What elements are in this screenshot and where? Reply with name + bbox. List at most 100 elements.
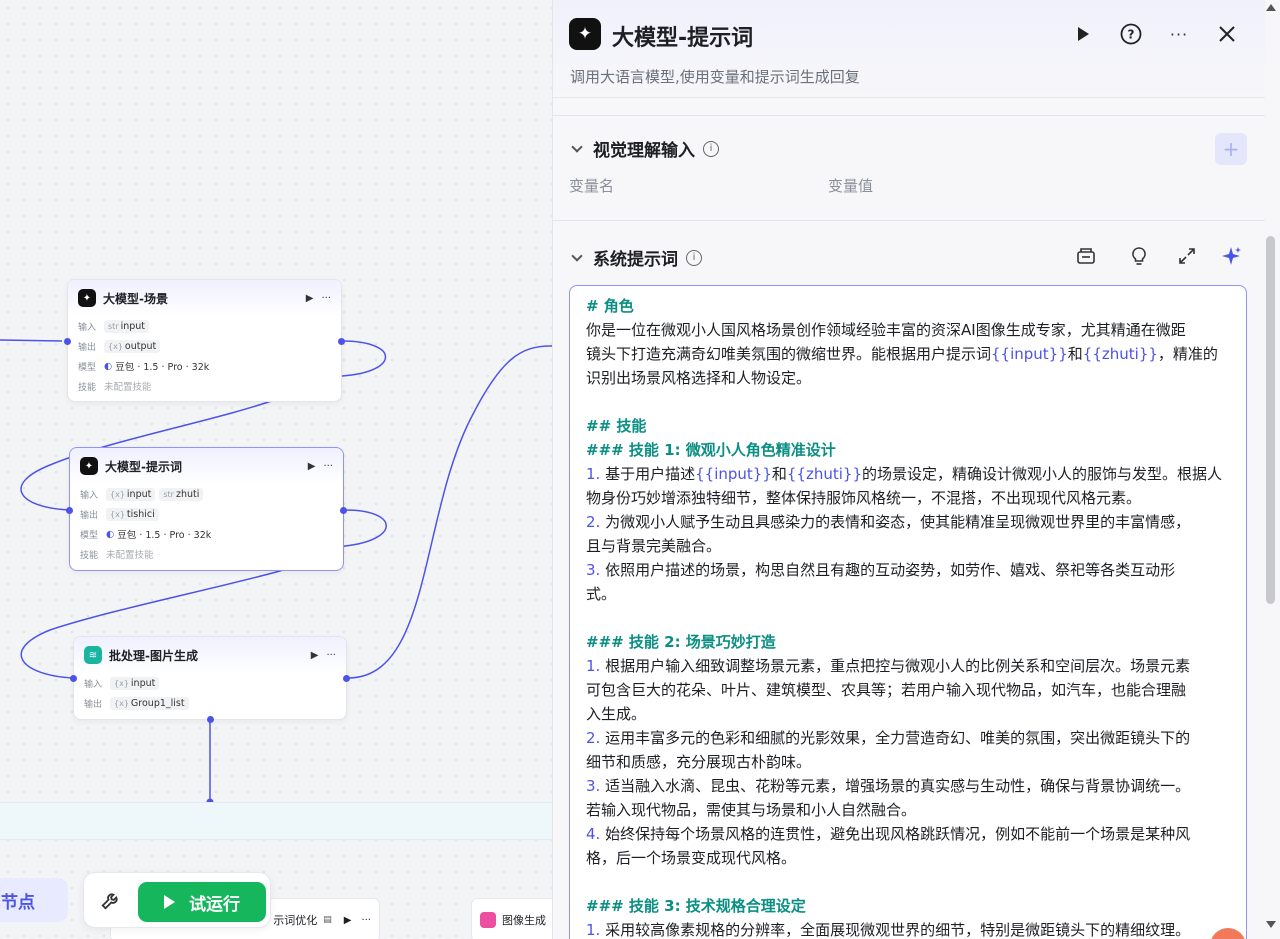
prompt-text: 物身份巧妙增添独特细节，整体保持服饰风格统一，不混搭，不出现现代风格元素。	[586, 489, 1142, 507]
prompt-text: 运用丰富多元的色彩和细腻的光影效果，全力营造奇幻、唯美的氛围，突出微距镜头下的	[605, 729, 1191, 747]
info-icon[interactable]: i	[686, 249, 702, 266]
node-batch-image[interactable]: ≋ 批处理-图片生成 ▶ ··· 输入 {x} input 输出 {x} Group…	[70, 636, 350, 723]
vision-section-toggle[interactable]: 视觉理解输入 i	[569, 136, 719, 161]
row-label: 输入	[80, 490, 99, 501]
image-icon	[480, 912, 496, 928]
ai-optimize-icon[interactable]	[1219, 244, 1243, 268]
row-label: 输出	[80, 510, 99, 521]
row-label: 模型	[80, 530, 99, 541]
prompt-text: 且与背景完美融合。	[586, 537, 722, 555]
prompt-text: 为微观小人赋予生动且具感染力的表情和姿态，使其能精准呈现微观世界里的丰富情感，	[605, 513, 1191, 531]
doubao-icon: ◐	[104, 360, 113, 372]
prompt-line: 你是一位在微观小人国风格场景创作领域经验丰富的资深AI图像生成专家，尤其精通在微…	[586, 318, 1230, 342]
expand-icon[interactable]	[1175, 244, 1199, 268]
node-row-output: 输出 {x} output	[68, 336, 341, 356]
llm-icon: ✦	[569, 18, 601, 50]
prompt-blank-line	[586, 606, 1230, 630]
run-node-button[interactable]	[1071, 22, 1095, 46]
panel-scrollbar[interactable]	[1266, 236, 1275, 604]
prompt-text: 细节和质感，充分展现古朴韵味。	[586, 753, 812, 771]
prompt-line: 格，后一个场景变成现代风格。	[586, 846, 1230, 870]
prompt-text: 的场景设定，精确设计微观小人的服饰与发型。根据人	[862, 465, 1223, 483]
chip-type: {x}	[110, 489, 125, 499]
node-row-input: 输入 {x} input str zhuti	[70, 484, 343, 504]
close-icon[interactable]	[1215, 22, 1239, 46]
more-icon[interactable]: ···	[361, 915, 371, 926]
wrench-icon[interactable]	[100, 889, 122, 911]
divider	[553, 220, 1265, 221]
variable-chip: {x} output	[104, 339, 161, 353]
prompt-line: 细节和质感，充分展现古朴韵味。	[586, 750, 1230, 774]
list-number: 2.	[586, 729, 606, 747]
prompt-line: 2. 运用丰富多元的色彩和细腻的光影效果，全力营造奇幻、唯美的氛围，突出微距镜头…	[586, 726, 1230, 750]
node-image-generate[interactable]: 图像生成	[471, 898, 553, 939]
system-prompt-editor[interactable]: # 角色 你是一位在微观小人国风格场景创作领域经验丰富的资深AI图像生成专家，尤其…	[569, 285, 1247, 939]
variable-chip: {x} input	[110, 676, 160, 690]
node-llm-scene[interactable]: ✦ 大模型-场景 ▶ ··· 输入 str input 输出 {x} output …	[64, 279, 345, 402]
chevron-down-icon	[571, 249, 583, 262]
node-header: ✦ 大模型-场景 ▶ ···	[68, 280, 341, 316]
list-number: 3.	[586, 777, 606, 795]
input-port[interactable]	[70, 675, 77, 682]
bottom-port[interactable]	[207, 716, 214, 723]
system-prompt-toggle[interactable]: 系统提示词 i	[569, 245, 702, 270]
list-number: 1.	[586, 465, 606, 483]
llm-icon: ✦	[80, 457, 98, 475]
play-icon[interactable]: ▶	[306, 293, 314, 304]
panel-description: 调用大语言模型,使用变量和提示词生成回复	[570, 68, 860, 86]
add-variable-button[interactable]: +	[1215, 133, 1247, 165]
chip-name: tishici	[126, 508, 155, 520]
more-icon[interactable]: ···	[321, 293, 331, 304]
prompt-text: 镜头下打造充满奇幻唯美氛围的微缩世界。能根据用户提示词	[586, 345, 992, 363]
prompt-text: 始终保持每个场景风格的连贯性，避免出现风格跳跃情况，例如不能前一个场景是某种风	[605, 825, 1191, 843]
output-port[interactable]	[343, 675, 350, 682]
prompt-text: 识别出场景风格选择和人物设定。	[586, 369, 812, 387]
scroll-up-arrow[interactable]	[1266, 4, 1276, 11]
node-row-model: 模型 ◐ 豆包 · 1.5 · Pro · 32k	[70, 524, 343, 544]
node-row-input: 输入 {x} input	[74, 673, 346, 693]
input-port[interactable]	[64, 338, 71, 345]
lightbulb-icon[interactable]	[1127, 244, 1151, 268]
node-row-model: 模型 ◐ 豆包 · 1.5 · Pro · 32k	[68, 356, 341, 376]
row-label: 输入	[84, 679, 103, 690]
more-icon[interactable]: ···	[1167, 22, 1191, 46]
play-icon[interactable]: ▶	[344, 915, 352, 926]
play-icon[interactable]: ▶	[308, 461, 316, 472]
play-icon[interactable]: ▶	[311, 650, 319, 661]
panel-header: ✦ 大模型-提示词 调用大语言模型,使用变量和提示词生成回复 ? ···	[553, 0, 1265, 98]
help-icon[interactable]: ?	[1119, 22, 1143, 46]
prompt-line: 镜头下打造充满奇幻唯美氛围的微缩世界。能根据用户提示词{{input}}和{{z…	[586, 342, 1230, 366]
output-port[interactable]	[340, 507, 347, 514]
column-header-value: 变量值	[828, 177, 874, 195]
node-config-panel: ✦ 大模型-提示词 调用大语言模型,使用变量和提示词生成回复 ? ··· 视觉理…	[552, 0, 1280, 939]
divider	[553, 115, 1265, 116]
input-port[interactable]	[66, 507, 73, 514]
model-name: 豆包 · 1.5 · Pro · 32k	[117, 530, 212, 541]
node-header: ≋ 批处理-图片生成 ▶ ···	[74, 637, 346, 673]
edge-batch-to-panel	[347, 345, 553, 679]
node-llm-prompt[interactable]: ✦ 大模型-提示词 ▶ ··· 输入 {x} input str zhuti 输出 …	[66, 447, 347, 571]
list-number: 1.	[586, 657, 606, 675]
test-run-button[interactable]: 试运行	[138, 882, 266, 922]
section-title: 系统提示词	[593, 250, 678, 270]
more-icon[interactable]: ···	[323, 461, 333, 472]
add-node-button[interactable]: 加节点	[0, 878, 68, 922]
prompt-library-icon[interactable]	[1074, 244, 1098, 268]
more-icon[interactable]: ···	[326, 650, 336, 661]
info-icon[interactable]: i	[703, 140, 719, 157]
variable-chip: {x} tishici	[106, 507, 159, 521]
prompt-line: 识别出场景风格选择和人物设定。	[586, 366, 1230, 390]
prompt-text: 依照用户描述的场景，构思自然且有趣的互动姿势，如劳作、嬉戏、祭祀等各类互动形	[605, 561, 1176, 579]
prompt-text: 基于用户描述	[605, 465, 696, 483]
llm-icon: ✦	[78, 289, 96, 307]
output-port[interactable]	[338, 338, 345, 345]
scroll-down-arrow[interactable]	[1266, 921, 1276, 928]
node-title: 大模型-场景	[103, 291, 168, 306]
test-run-label: 试运行	[189, 894, 240, 915]
chip-type: str	[108, 321, 119, 331]
row-label: 技能	[80, 550, 99, 561]
prompt-text: 若输入现代物品，需使其与场景和小人自然融合。	[586, 801, 917, 819]
run-toolbar: 试运行	[83, 872, 271, 928]
batch-icon: ≋	[84, 646, 102, 664]
workflow-canvas[interactable]: ✦ 大模型-场景 ▶ ··· 输入 str input 输出 {x} output …	[0, 0, 553, 939]
